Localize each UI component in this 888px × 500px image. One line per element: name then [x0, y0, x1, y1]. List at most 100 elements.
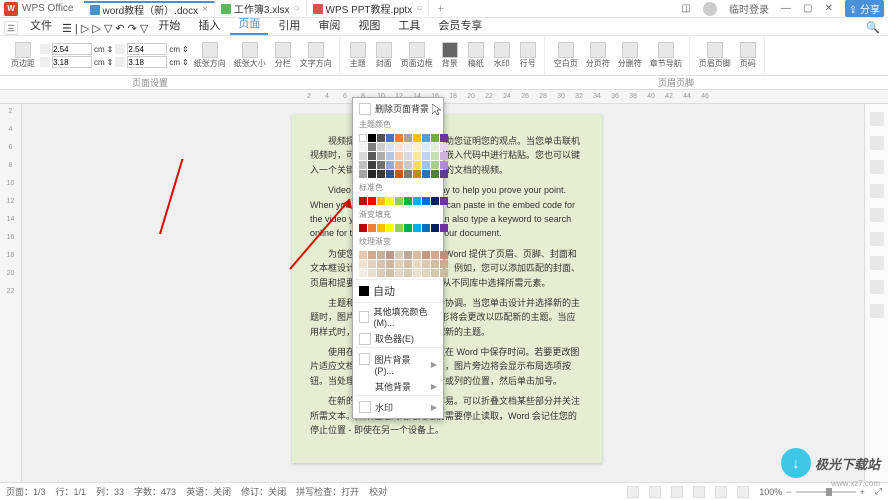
tab-review[interactable]: 审阅: [310, 15, 348, 35]
view-icon[interactable]: [693, 486, 705, 498]
zoom-control[interactable]: 100%−+: [759, 487, 865, 497]
page-break-button[interactable]: 分页符: [583, 38, 613, 74]
tab-view[interactable]: 视图: [350, 15, 388, 35]
close-icon[interactable]: ×: [202, 4, 208, 15]
horizontal-ruler[interactable]: 2468101214161820222426283032343638404244…: [0, 90, 888, 104]
tab-tools[interactable]: 工具: [390, 15, 428, 35]
standard-colors-label: 标准色: [355, 180, 441, 195]
black-swatch-icon: [359, 286, 369, 296]
hamburger-icon[interactable]: 三: [4, 21, 18, 35]
margins-button[interactable]: 页边距: [8, 38, 38, 74]
side-icon[interactable]: [870, 208, 884, 222]
group-label-headerfooter: 页眉页脚: [658, 76, 694, 89]
minimize-icon[interactable]: —: [781, 3, 791, 14]
status-line[interactable]: 行：1/1: [56, 485, 87, 498]
line-number-button[interactable]: 行号: [516, 38, 540, 74]
paper-button[interactable]: 稿纸: [464, 38, 488, 74]
columns-button[interactable]: 分栏: [271, 38, 295, 74]
tab-insert[interactable]: 插入: [190, 15, 228, 35]
text-direction-button[interactable]: 文字方向: [297, 38, 335, 74]
palette-icon: [359, 311, 369, 323]
app-name: WPS Office: [22, 3, 74, 14]
orientation-button[interactable]: 纸张方向: [191, 38, 229, 74]
eyedropper-item[interactable]: 取色器(E): [355, 330, 441, 347]
standard-color-grid[interactable]: [355, 195, 441, 207]
remove-icon: [359, 103, 371, 115]
status-page[interactable]: 页面：1/3: [6, 485, 46, 498]
tab-page[interactable]: 页面: [230, 13, 268, 35]
texture-gradient-label: 纹理渐变: [355, 234, 441, 249]
chevron-right-icon: ▶: [431, 360, 437, 369]
theme-button[interactable]: 主题: [346, 38, 370, 74]
blank-page-button[interactable]: 空白页: [551, 38, 581, 74]
side-icon[interactable]: [870, 304, 884, 318]
view-icon[interactable]: [715, 486, 727, 498]
page-border-button[interactable]: 页面边框: [398, 38, 436, 74]
avatar[interactable]: [703, 2, 717, 16]
side-icon[interactable]: [870, 280, 884, 294]
view-icon[interactable]: [671, 486, 683, 498]
page-number-button[interactable]: 页码: [736, 38, 760, 74]
texture-grid[interactable]: [355, 249, 441, 279]
close-icon[interactable]: ✕: [824, 3, 832, 14]
watermark-icon: [359, 401, 371, 413]
tab-home[interactable]: 开始: [150, 15, 188, 35]
site-logo-icon: ↓: [781, 448, 811, 478]
watermark-button[interactable]: 水印: [490, 38, 514, 74]
status-lang[interactable]: 英语：关闭: [186, 485, 231, 498]
side-icon[interactable]: [870, 160, 884, 174]
theme-colors-label: 主题颜色: [355, 117, 441, 132]
chevron-right-icon: ▶: [431, 382, 437, 391]
remove-background-item[interactable]: 删除页面背景: [355, 100, 441, 117]
status-chars[interactable]: 字数：473: [134, 485, 176, 498]
gradient-fill-label: 渐变填充: [355, 207, 441, 222]
search-icon[interactable]: 🔍: [866, 21, 880, 35]
side-icon[interactable]: [870, 112, 884, 126]
background-button[interactable]: 背景: [438, 38, 462, 74]
status-proof[interactable]: 校对: [369, 485, 387, 498]
file-menu[interactable]: 文件: [22, 15, 60, 35]
close-icon[interactable]: ○: [416, 3, 422, 14]
background-color-dropdown: 删除页面背景 主题颜色 标准色 渐变填充 纹理渐变 自动 其他填充颜色(M)..…: [352, 97, 444, 419]
side-icon[interactable]: [870, 136, 884, 150]
vertical-ruler[interactable]: 246810121416182022: [0, 104, 22, 500]
chevron-right-icon: ▶: [431, 403, 437, 412]
menu-icon[interactable]: ◫: [682, 3, 691, 14]
view-icon[interactable]: [649, 486, 661, 498]
status-edit[interactable]: 修订：关闭: [241, 485, 286, 498]
status-col[interactable]: 列：33: [96, 485, 124, 498]
auto-color-item[interactable]: 自动: [355, 279, 441, 303]
new-tab-button[interactable]: +: [429, 3, 451, 15]
watermark-item[interactable]: 水印▶: [355, 399, 441, 416]
side-icon[interactable]: [870, 232, 884, 246]
section-nav-button[interactable]: 章节导航: [647, 38, 685, 74]
maximize-icon[interactable]: ▢: [803, 3, 812, 14]
other-background-item[interactable]: 其他背景▶: [355, 378, 441, 395]
view-icon[interactable]: [737, 486, 749, 498]
eyedropper-icon: [359, 333, 371, 345]
image-icon: [359, 353, 370, 365]
share-button[interactable]: ⇪ 分享: [845, 0, 884, 17]
margin-values[interactable]: cm⇕ cm⇕: [40, 43, 113, 68]
app-logo: W: [4, 2, 18, 16]
cover-button[interactable]: 封面: [372, 38, 396, 74]
login-button[interactable]: 临时登录: [729, 1, 769, 16]
group-label-pagesetup: 页面设置: [132, 76, 168, 89]
side-panel: [864, 104, 888, 500]
close-icon[interactable]: ○: [293, 3, 299, 14]
margin-values-right[interactable]: cm⇕ cm⇕: [115, 43, 188, 68]
size-button[interactable]: 纸张大小: [231, 38, 269, 74]
view-icon[interactable]: [627, 486, 639, 498]
theme-color-grid[interactable]: [355, 132, 441, 180]
tab-reference[interactable]: 引用: [270, 15, 308, 35]
status-spell[interactable]: 拼写检查：打开: [296, 485, 359, 498]
more-colors-item[interactable]: 其他填充颜色(M)...: [355, 303, 441, 330]
picture-background-item[interactable]: 图片背景(P)...▶: [355, 351, 441, 378]
section-break-button[interactable]: 分删符: [615, 38, 645, 74]
gradient-grid[interactable]: [355, 222, 441, 234]
side-icon[interactable]: [870, 256, 884, 270]
side-icon[interactable]: [870, 184, 884, 198]
tab-member[interactable]: 会员专享: [430, 15, 490, 35]
header-footer-button[interactable]: 页眉页脚: [696, 38, 734, 74]
site-watermark: ↓ 极光下载站 www.xz7.com: [781, 448, 880, 478]
